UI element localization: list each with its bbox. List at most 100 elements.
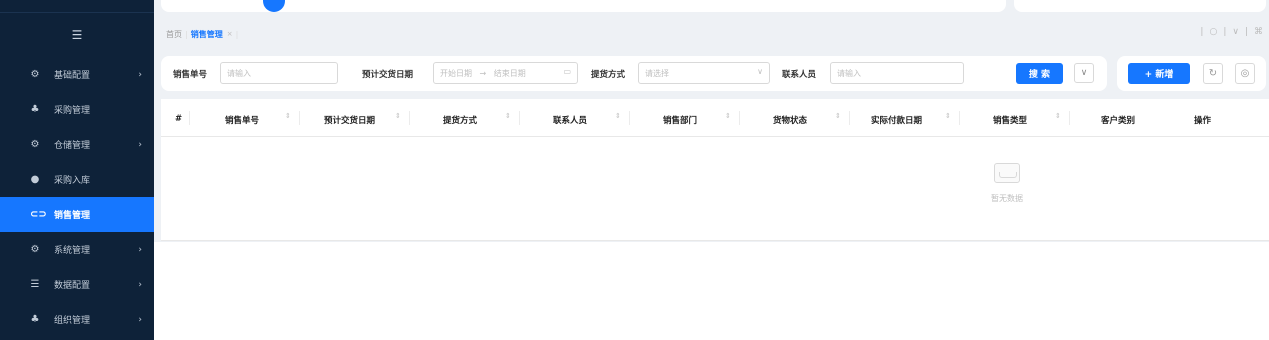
chevron-right-icon: › bbox=[138, 139, 142, 150]
content-area-blank bbox=[154, 242, 1269, 340]
sidebar-item-label: 采购管理 bbox=[54, 106, 91, 116]
column-divider bbox=[629, 111, 630, 125]
org-icon: ♣ bbox=[30, 104, 40, 115]
contact-placeholder: 请输入 bbox=[837, 69, 861, 78]
circle-icon: ● bbox=[30, 174, 40, 185]
close-icon[interactable]: × bbox=[227, 30, 233, 38]
sidebar-item-label: 仓储管理 bbox=[54, 141, 91, 151]
tab-divider: | bbox=[1200, 27, 1204, 37]
link-icon: ⊂⊃ bbox=[30, 209, 47, 220]
tab-divider: | bbox=[235, 29, 239, 39]
refresh-icon[interactable]: ↻ bbox=[1203, 63, 1223, 84]
sort-icon[interactable]: ⇕ bbox=[725, 113, 731, 120]
sidebar-item-label: 数据配置 bbox=[54, 281, 91, 291]
gear-icon: ⚙ bbox=[30, 244, 40, 255]
sidebar-item-basic-config[interactable]: ⚙ 基础配置 › bbox=[0, 57, 154, 92]
start-date-placeholder: 开始日期 bbox=[440, 69, 472, 78]
sidebar-item-system[interactable]: ⚙ 系统管理 › bbox=[0, 232, 154, 267]
refresh-icon[interactable]: ○ bbox=[1209, 27, 1217, 37]
settings-icon[interactable]: ◎ bbox=[1235, 63, 1255, 84]
sales-table: # 销售单号 ⇕ 预计交货日期 ⇕ 提货方式 ⇕ 联系人员 ⇕ 销售部门 ⇕ 货… bbox=[161, 99, 1269, 241]
tab-tools: | ○ | ∨ | ⌘ bbox=[1200, 27, 1263, 37]
column-divider bbox=[849, 111, 850, 125]
pickup-method-select[interactable]: 请选择 ∨ bbox=[638, 62, 770, 84]
fullscreen-icon[interactable]: ⌘ bbox=[1254, 27, 1263, 37]
contact-label: 联系人员 bbox=[782, 70, 817, 80]
column-divider bbox=[519, 111, 520, 125]
chevron-right-icon: › bbox=[138, 279, 142, 290]
chevron-right-icon: › bbox=[138, 314, 142, 325]
sidebar-item-purchase[interactable]: ♣ 采购管理 bbox=[0, 92, 154, 127]
org-icon: ♣ bbox=[30, 314, 40, 325]
sidebar-item-label: 采购入库 bbox=[54, 176, 91, 186]
sort-icon[interactable]: ⇕ bbox=[945, 113, 951, 120]
tab-sales-management[interactable]: 销售管理 bbox=[191, 29, 223, 40]
chevron-right-icon: › bbox=[138, 69, 142, 80]
gear-icon: ⚙ bbox=[30, 69, 40, 80]
calendar-icon: ▭ bbox=[563, 67, 571, 76]
sidebar-item-sales[interactable]: ⊂⊃ 销售管理 bbox=[0, 197, 154, 232]
menu-fold-icon[interactable]: ☰ bbox=[0, 13, 154, 57]
sidebar-item-label: 基础配置 bbox=[54, 71, 91, 81]
column-divider bbox=[189, 111, 190, 125]
gear-icon: ⚙ bbox=[30, 139, 40, 150]
column-divider bbox=[739, 111, 740, 125]
list-icon: ☰ bbox=[30, 279, 40, 290]
sort-icon[interactable]: ⇕ bbox=[505, 113, 511, 120]
search-button[interactable]: 搜 索 bbox=[1016, 63, 1063, 84]
chevron-down-icon: ∨ bbox=[757, 67, 763, 76]
header-bar bbox=[161, 0, 1006, 12]
column-divider bbox=[1069, 111, 1070, 125]
pickup-method-placeholder: 请选择 bbox=[645, 69, 669, 78]
column-header[interactable]: 销售类型 bbox=[993, 114, 1027, 126]
empty-state: 暂无数据 bbox=[983, 163, 1031, 204]
sort-icon[interactable]: ⇕ bbox=[615, 113, 621, 120]
column-divider bbox=[299, 111, 300, 125]
delivery-date-range-picker[interactable]: 开始日期 → 结束日期 ▭ bbox=[433, 62, 578, 84]
column-header[interactable]: 联系人员 bbox=[553, 114, 587, 126]
table-header: # 销售单号 ⇕ 预计交货日期 ⇕ 提货方式 ⇕ 联系人员 ⇕ 销售部门 ⇕ 货… bbox=[161, 99, 1269, 137]
sidebar-item-data-config[interactable]: ☰ 数据配置 › bbox=[0, 267, 154, 302]
sidebar-item-label: 系统管理 bbox=[54, 246, 91, 256]
sort-icon[interactable]: ⇕ bbox=[395, 113, 401, 120]
column-header: 操作 bbox=[1194, 116, 1212, 126]
order-no-label: 销售单号 bbox=[173, 70, 208, 80]
column-header[interactable]: 销售部门 bbox=[663, 114, 697, 126]
add-button[interactable]: + 新增 bbox=[1128, 63, 1190, 84]
sort-icon[interactable]: ⇕ bbox=[835, 113, 841, 120]
tab-divider: | bbox=[1223, 27, 1227, 37]
sort-icon[interactable]: ⇕ bbox=[285, 113, 291, 120]
sidebar: ☰ ⚙ 基础配置 › ♣ 采购管理 ⚙ 仓储管理 › ● 采购入库 ⊂⊃ 销售管… bbox=[0, 0, 154, 340]
sidebar-logo-area bbox=[0, 0, 154, 13]
column-header[interactable]: 实际付款日期 bbox=[871, 114, 922, 126]
action-bar: + 新增 ↻ ◎ bbox=[1117, 56, 1266, 91]
contact-input[interactable]: 请输入 bbox=[830, 62, 964, 84]
order-no-placeholder: 请输入 bbox=[227, 69, 251, 78]
order-no-input[interactable]: 请输入 bbox=[220, 62, 338, 84]
arrow-right-icon: → bbox=[479, 69, 487, 78]
tab-divider: | bbox=[1244, 27, 1248, 37]
chevron-down-icon[interactable]: ∨ bbox=[1074, 63, 1094, 83]
empty-inbox-icon bbox=[994, 163, 1020, 183]
chevron-right-icon: › bbox=[138, 244, 142, 255]
column-header[interactable]: 销售单号 bbox=[225, 114, 259, 126]
tab-divider: | bbox=[185, 29, 188, 39]
avatar[interactable] bbox=[263, 0, 285, 12]
sidebar-item-warehouse[interactable]: ⚙ 仓储管理 › bbox=[0, 127, 154, 162]
sidebar-item-org[interactable]: ♣ 组织管理 › bbox=[0, 302, 154, 337]
chevron-down-icon[interactable]: ∨ bbox=[1232, 27, 1239, 37]
sidebar-item-purchase-inbound[interactable]: ● 采购入库 bbox=[0, 162, 154, 197]
tab-home[interactable]: 首页 bbox=[166, 29, 182, 40]
sidebar-item-label: 销售管理 bbox=[54, 211, 91, 221]
column-header[interactable]: 预计交货日期 bbox=[324, 114, 375, 126]
end-date-placeholder: 结束日期 bbox=[493, 69, 526, 78]
column-header[interactable]: 提货方式 bbox=[443, 114, 477, 126]
delivery-date-label: 预计交货日期 bbox=[362, 70, 414, 80]
tab-bar: 首页 | 销售管理 × | | ○ | ∨ | ⌘ bbox=[154, 24, 1269, 44]
column-divider bbox=[409, 111, 410, 125]
empty-text: 暂无数据 bbox=[991, 194, 1023, 203]
sort-icon[interactable]: ⇕ bbox=[1055, 113, 1061, 120]
column-header: 客户类别 bbox=[1101, 116, 1136, 126]
column-header[interactable]: 货物状态 bbox=[773, 114, 807, 126]
pickup-method-label: 提货方式 bbox=[591, 70, 626, 80]
